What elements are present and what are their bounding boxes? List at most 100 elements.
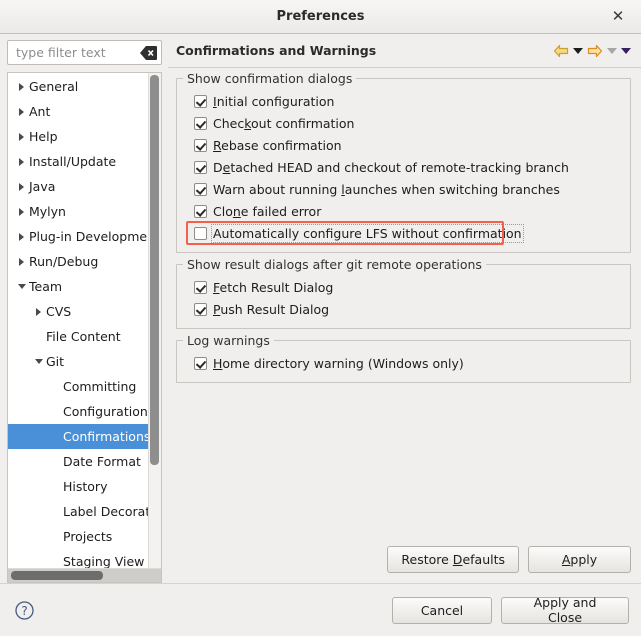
- checkbox-checked-icon[interactable]: [194, 357, 207, 370]
- sidebar-item-general[interactable]: General: [8, 74, 148, 99]
- sidebar-item-date-format[interactable]: Date Format: [8, 449, 148, 474]
- sidebar-item-team[interactable]: Team: [8, 274, 148, 299]
- chevron-right-icon[interactable]: [31, 307, 46, 316]
- checkbox-checked-icon[interactable]: [194, 95, 207, 108]
- restore-defaults-button[interactable]: Restore Defaults: [387, 546, 519, 573]
- chevron-right-icon[interactable]: [14, 207, 29, 216]
- preferences-tree[interactable]: General Ant Help Install/Update Java Mylyn Plu…: [8, 73, 148, 568]
- sidebar-item-label: Label Decoratio: [63, 504, 148, 519]
- tree-clip: General Ant Help Install/Update Java Mylyn Plu…: [8, 73, 161, 568]
- checkbox-row[interactable]: Home directory warning (Windows only): [194, 353, 622, 374]
- sidebar-item-label: Committing: [63, 379, 137, 394]
- page-panel: Confirmations and Warnings Show confirma…: [168, 34, 641, 583]
- checkbox-checked-icon[interactable]: [194, 161, 207, 174]
- checkbox-label: Checkout confirmation: [213, 116, 355, 131]
- page-header: Confirmations and Warnings: [168, 34, 641, 68]
- checkbox-label: Rebase confirmation: [213, 138, 342, 153]
- checkbox-row[interactable]: Clone failed error: [194, 201, 622, 222]
- sidebar-item-help[interactable]: Help: [8, 124, 148, 149]
- sidebar-item-label: Ant: [29, 104, 51, 119]
- sidebar-item-history[interactable]: History: [8, 474, 148, 499]
- chevron-right-icon[interactable]: [14, 157, 29, 166]
- sidebar-item-label: Projects: [63, 529, 113, 544]
- checkbox-checked-icon[interactable]: [194, 117, 207, 130]
- checkbox-row[interactable]: Rebase confirmation: [194, 135, 622, 156]
- tree-vertical-scrollbar-thumb[interactable]: [150, 75, 159, 465]
- chevron-right-icon[interactable]: [14, 182, 29, 191]
- sidebar-item-run-debug[interactable]: Run/Debug: [8, 249, 148, 274]
- sidebar-item-java[interactable]: Java: [8, 174, 148, 199]
- tree-horizontal-scrollbar-thumb[interactable]: [11, 571, 103, 580]
- checkbox-checked-icon[interactable]: [194, 281, 207, 294]
- sidebar: type filter text General Ant Help Install/U…: [0, 34, 168, 583]
- sidebar-item-label: Date Format: [63, 454, 141, 469]
- settings-group: Log warnings Home directory warning (Wind…: [176, 333, 631, 383]
- checkbox-checked-icon[interactable]: [194, 139, 207, 152]
- checkbox-checked-icon[interactable]: [194, 205, 207, 218]
- chevron-right-icon[interactable]: [14, 232, 29, 241]
- close-icon[interactable]: ✕: [605, 0, 631, 33]
- checkbox-checked-icon[interactable]: [194, 183, 207, 196]
- sidebar-item-label: File Content: [46, 329, 121, 344]
- back-menu-chevron-down-icon[interactable]: [573, 47, 583, 54]
- group-label: Show confirmation dialogs: [183, 71, 357, 86]
- apply-button[interactable]: Apply: [528, 546, 631, 573]
- help-icon[interactable]: ?: [14, 600, 35, 621]
- chevron-right-icon[interactable]: [14, 107, 29, 116]
- tree-vertical-scrollbar[interactable]: [148, 73, 161, 568]
- sidebar-item-label: Install/Update: [29, 154, 117, 169]
- sidebar-item-configuration[interactable]: Configuration: [8, 399, 148, 424]
- checkbox-row[interactable]: Push Result Dialog: [194, 299, 622, 320]
- sidebar-item-projects[interactable]: Projects: [8, 524, 148, 549]
- sidebar-item-label: CVS: [46, 304, 72, 319]
- checkbox-row[interactable]: Automatically configure LFS without conf…: [194, 223, 622, 244]
- view-menu-chevron-down-icon[interactable]: [621, 47, 631, 54]
- cancel-button[interactable]: Cancel: [392, 596, 492, 624]
- sidebar-item-label: History: [63, 479, 108, 494]
- forward-arrow-icon[interactable]: [587, 44, 603, 58]
- sidebar-item-confirmations-a[interactable]: Confirmations a: [8, 424, 148, 449]
- window-title: Preferences: [276, 9, 365, 24]
- checkbox-row[interactable]: Initial configuration: [194, 91, 622, 112]
- settings-group: Show confirmation dialogs Initial configu…: [176, 71, 631, 253]
- chevron-right-icon[interactable]: [14, 82, 29, 91]
- page-title: Confirmations and Warnings: [176, 43, 377, 58]
- back-arrow-icon[interactable]: [553, 44, 569, 58]
- chevron-down-icon[interactable]: [14, 284, 29, 289]
- clear-icon[interactable]: [140, 45, 157, 60]
- checkbox-row[interactable]: Detached HEAD and checkout of remote-tra…: [194, 157, 622, 178]
- sidebar-item-committing[interactable]: Committing: [8, 374, 148, 399]
- sidebar-item-file-content[interactable]: File Content: [8, 324, 148, 349]
- title-bar: Preferences ✕: [0, 0, 641, 34]
- group-label: Log warnings: [183, 333, 274, 348]
- apply-and-close-button[interactable]: Apply and Close: [501, 595, 629, 625]
- search-input[interactable]: type filter text: [7, 40, 162, 65]
- chevron-right-icon[interactable]: [14, 132, 29, 141]
- sidebar-item-git[interactable]: Git: [8, 349, 148, 374]
- chevron-down-icon[interactable]: [31, 359, 46, 364]
- sidebar-item-plug-in-development[interactable]: Plug-in Development: [8, 224, 148, 249]
- sidebar-item-label: Team: [29, 279, 63, 294]
- filter-container: type filter text: [0, 40, 168, 72]
- sidebar-item-mylyn[interactable]: Mylyn: [8, 199, 148, 224]
- preferences-dialog: Preferences ✕ type filter text General A…: [0, 0, 641, 636]
- checkbox-label: Warn about running launches when switchi…: [213, 182, 560, 197]
- svg-text:?: ?: [21, 604, 27, 618]
- checkbox-unchecked-icon[interactable]: [194, 227, 207, 240]
- dialog-footer: ? Cancel Apply and Close: [0, 583, 641, 636]
- forward-menu-chevron-down-icon[interactable]: [607, 47, 617, 54]
- tree-container: General Ant Help Install/Update Java Mylyn Plu…: [7, 72, 162, 583]
- chevron-right-icon[interactable]: [14, 257, 29, 266]
- sidebar-item-ant[interactable]: Ant: [8, 99, 148, 124]
- sidebar-item-staging-view[interactable]: Staging View: [8, 549, 148, 568]
- sidebar-item-cvs[interactable]: CVS: [8, 299, 148, 324]
- sidebar-item-label-decoratio[interactable]: Label Decoratio: [8, 499, 148, 524]
- group-label: Show result dialogs after git remote ope…: [183, 257, 486, 272]
- checkbox-checked-icon[interactable]: [194, 303, 207, 316]
- tree-horizontal-scrollbar[interactable]: [8, 568, 161, 582]
- checkbox-row[interactable]: Fetch Result Dialog: [194, 277, 622, 298]
- checkbox-row[interactable]: Warn about running launches when switchi…: [194, 179, 622, 200]
- checkbox-label: Clone failed error: [213, 204, 322, 219]
- sidebar-item-install-update[interactable]: Install/Update: [8, 149, 148, 174]
- checkbox-row[interactable]: Checkout confirmation: [194, 113, 622, 134]
